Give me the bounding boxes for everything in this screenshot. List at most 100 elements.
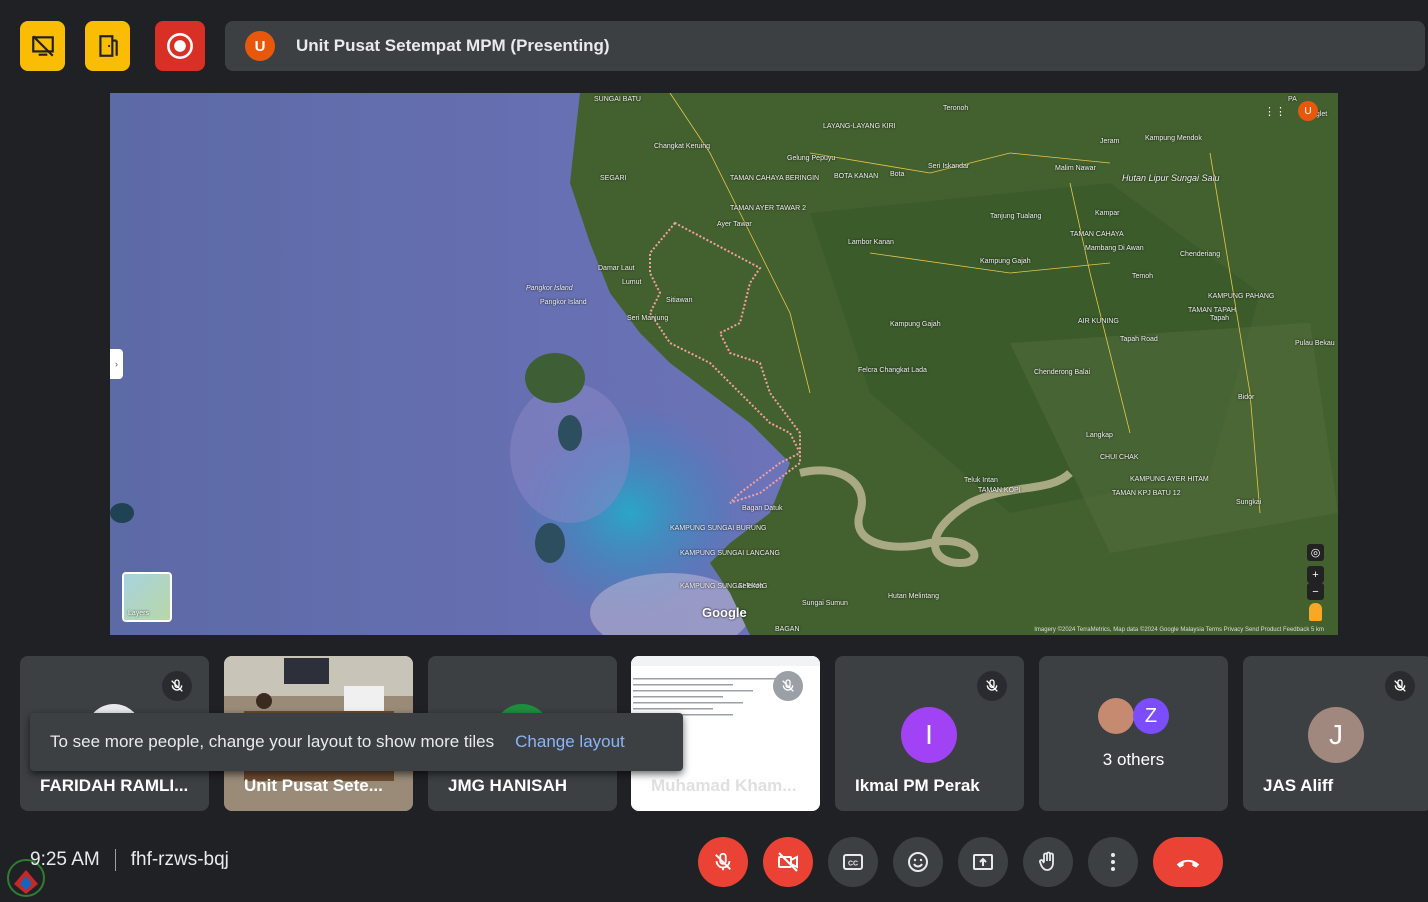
my-location-button[interactable]: ◎ <box>1307 544 1324 561</box>
captions-button[interactable]: CC <box>828 837 878 887</box>
participant-name: Ikmal PM Perak <box>855 776 980 795</box>
map-label: Bidor <box>1238 394 1255 401</box>
meeting-code[interactable]: fhf-rzws-bqj <box>131 849 229 871</box>
map-label: Langkap <box>1086 432 1113 439</box>
mic-off-icon <box>1385 671 1415 701</box>
street-view-pegman-icon[interactable] <box>1309 603 1322 621</box>
map-label: KAMPUNG SUNGAI LANCANG <box>680 550 780 557</box>
zoom-out-button[interactable]: − <box>1307 583 1324 600</box>
map-label: CHUI CHAK <box>1100 454 1139 461</box>
closed-captions-icon: CC <box>843 854 863 870</box>
reactions-button[interactable] <box>893 837 943 887</box>
shared-screen-map[interactable]: SUNGAI BATU Changkat Keruing SEGARI Gelu… <box>110 93 1338 635</box>
companion-mode-button[interactable] <box>85 21 130 71</box>
more-options-button[interactable] <box>1088 837 1138 887</box>
map-label: Gelung Pepuyu <box>787 155 836 162</box>
map-label: TAMAN CAHAYA <box>1070 231 1124 238</box>
map-label: KAMPUNG SUNGAI BURUNG <box>670 525 767 532</box>
mic-off-icon <box>715 852 731 871</box>
map-label: Mambang Di Awan <box>1085 245 1144 252</box>
record-icon <box>167 33 193 59</box>
map-label: Tapah <box>1210 315 1230 322</box>
map-account-avatar[interactable]: U <box>1298 101 1318 121</box>
map-label: Kampar <box>1095 210 1120 217</box>
map-label: Hutan Melintang <box>888 593 939 600</box>
layers-button[interactable]: Layers <box>122 572 172 622</box>
mic-off-icon <box>977 671 1007 701</box>
map-label: Seri Manjung <box>627 315 669 322</box>
camera-toggle-button[interactable] <box>763 837 813 887</box>
avatar: I <box>901 707 957 763</box>
others-tile[interactable]: Z 3 others <box>1039 656 1228 811</box>
layout-toast: To see more people, change your layout t… <box>30 713 683 771</box>
mic-off-icon <box>773 671 803 701</box>
participant-tile[interactable]: I Ikmal PM Perak <box>835 656 1024 811</box>
participant-name: Unit Pusat Sete... <box>244 776 383 795</box>
zoom-in-button[interactable]: + <box>1307 566 1324 583</box>
map-label: Sungkai <box>1236 499 1262 506</box>
presenter-title: Unit Pusat Setempat MPM (Presenting) <box>296 36 610 55</box>
map-label: Malim Nawar <box>1055 165 1096 172</box>
divider <box>114 849 116 871</box>
map-label: Felcra Changkat Lada <box>858 367 927 374</box>
presentation-off-icon <box>31 35 54 57</box>
map-label: Lambor Kanan <box>848 239 894 246</box>
map-label: KAMPUNG AYER HITAM <box>1130 476 1209 483</box>
leave-call-button[interactable] <box>1153 837 1223 887</box>
map-label: Selekoh <box>738 583 764 590</box>
raise-hand-button[interactable] <box>1023 837 1073 887</box>
participant-tile[interactable]: J JAS Aliff <box>1243 656 1428 811</box>
participant-name: JAS Aliff <box>1263 776 1334 795</box>
map-label: TAMAN TAPAH <box>1188 307 1237 314</box>
map-label: BAGAN <box>775 626 800 633</box>
map-label: TAMAN KPJ BATU 12 <box>1112 490 1181 497</box>
meeting-time: 9:25 AM <box>30 849 100 870</box>
hand-icon <box>1039 851 1054 871</box>
more-vert-icon <box>1111 853 1115 871</box>
map-label: Sitiawan <box>666 297 693 304</box>
avatar <box>1098 698 1134 734</box>
map-label: Chenderiang <box>1180 251 1221 258</box>
map-label: Sungai Sumun <box>802 600 848 607</box>
change-layout-button[interactable]: Change layout <box>515 732 625 752</box>
map-label: LAYANG-LAYANG KIRI <box>823 123 896 130</box>
map-label: Damar Laut <box>598 265 635 272</box>
map-label: Tanjung Tualang <box>990 213 1042 220</box>
meeting-info: 9:25 AM fhf-rzws-bqj <box>30 849 229 871</box>
participant-name: FARIDAH RAMLI... <box>40 776 189 795</box>
present-to-all-icon <box>973 854 993 870</box>
location-target-icon: ◎ <box>1310 547 1321 559</box>
map-label: AIR KUNING <box>1078 318 1119 325</box>
recording-button[interactable] <box>155 21 205 71</box>
participant-name: JMG HANISAH <box>448 776 568 795</box>
map-label: Bagan Datuk <box>742 505 783 512</box>
map-label: Kampung Gajah <box>980 258 1031 265</box>
map-label: Pangkor Island <box>540 299 587 306</box>
present-screen-button[interactable] <box>958 837 1008 887</box>
mic-off-icon <box>162 671 192 701</box>
map-label: Teluk Intan <box>964 477 998 484</box>
door-icon <box>98 35 118 57</box>
map-label: Kampung Mendok <box>1145 135 1202 142</box>
call-end-icon <box>1176 859 1200 868</box>
toast-message: To see more people, change your layout t… <box>50 732 495 751</box>
map-label: Pulau Bekau <box>1295 340 1335 347</box>
map-label: Bota <box>890 171 905 178</box>
map-label: TAMAN AYER TAWAR 2 <box>730 205 806 212</box>
microphone-toggle-button[interactable] <box>698 837 748 887</box>
apps-grid-icon[interactable]: ⋮⋮ <box>1264 105 1286 118</box>
map-label: Tapah Road <box>1120 336 1158 343</box>
map-label: SEGARI <box>600 175 627 182</box>
chevron-right-icon: › <box>115 359 118 369</box>
map-label: Changkat Keruing <box>654 143 711 150</box>
map-attribution: Imagery ©2024 TerraMetrics, Map data ©20… <box>1034 627 1324 633</box>
map-label: TAMAN KOPI <box>978 487 1021 494</box>
map-label: Seri Iskandar <box>928 163 970 170</box>
expand-side-panel-button[interactable]: › <box>110 349 123 379</box>
hide-presentation-button[interactable] <box>20 21 65 71</box>
map-label: Kampung Gajah <box>890 321 941 328</box>
others-count: 3 others <box>1102 750 1165 769</box>
video-off-icon <box>778 852 798 872</box>
map-label: SUNGAI BATU <box>594 96 641 103</box>
map-label: BOTA KANAN <box>834 173 879 180</box>
